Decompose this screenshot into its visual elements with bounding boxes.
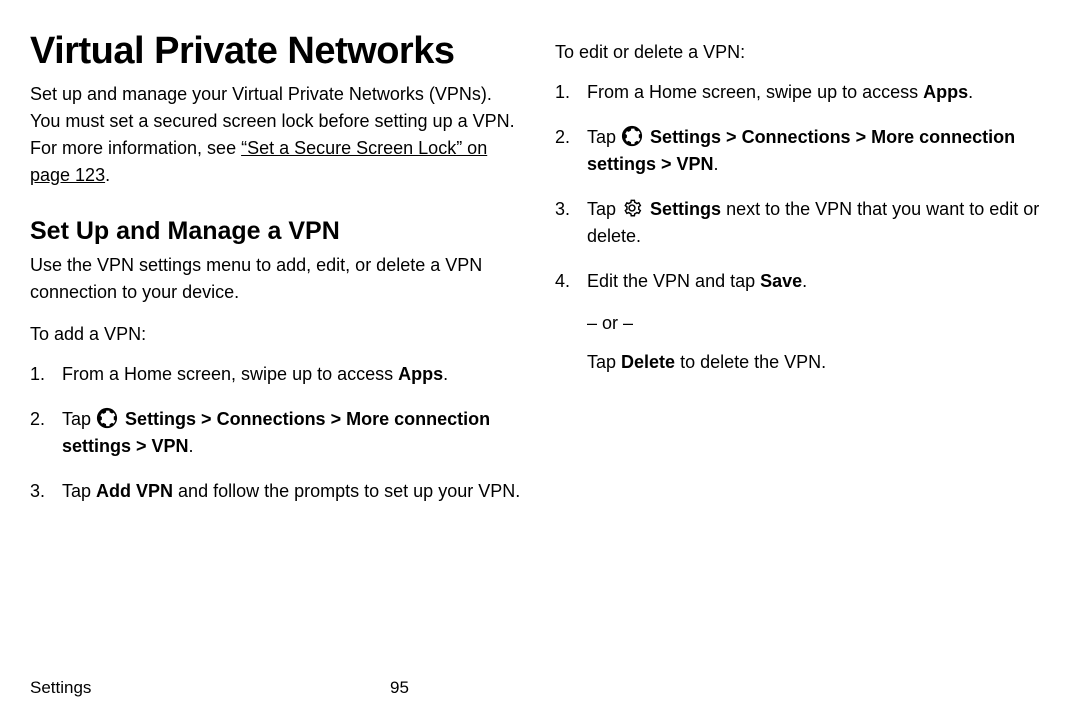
section-heading: Set Up and Manage a VPN (30, 217, 525, 246)
step-text: . (714, 154, 719, 174)
list-item: Tap Settings > Connections > More connec… (30, 406, 525, 460)
list-item: From a Home screen, swipe up to access A… (555, 79, 1050, 106)
edit-vpn-steps: From a Home screen, swipe up to access A… (555, 79, 1050, 295)
footer-section-label: Settings (30, 678, 390, 698)
step-bold: Settings (650, 199, 721, 219)
delete-instruction: Tap Delete to delete the VPN. (555, 352, 1050, 373)
add-vpn-intro: To add a VPN: (30, 324, 525, 345)
step-text: From a Home screen, swipe up to access (587, 82, 923, 102)
step-bold: Save (760, 271, 802, 291)
left-column: Virtual Private Networks Set up and mana… (30, 30, 525, 523)
step-bold: Apps (398, 364, 443, 384)
step-bold: Settings > Connections > More connection… (62, 409, 490, 456)
section-body: Use the VPN settings menu to add, edit, … (30, 252, 525, 306)
step-text: From a Home screen, swipe up to access (62, 364, 398, 384)
right-column: To edit or delete a VPN: From a Home scr… (555, 30, 1050, 523)
delete-pre: Tap (587, 352, 621, 372)
step-text: Tap (62, 481, 96, 501)
list-item: Edit the VPN and tap Save. (555, 268, 1050, 295)
list-item: From a Home screen, swipe up to access A… (30, 361, 525, 388)
step-text: Tap (587, 127, 621, 147)
intro-text-post: . (105, 165, 110, 185)
gear-filled-icon (96, 407, 118, 429)
add-vpn-steps: From a Home screen, swipe up to access A… (30, 361, 525, 505)
page-title: Virtual Private Networks (30, 30, 525, 73)
or-separator: – or – (555, 313, 1050, 334)
list-item: Tap Settings next to the VPN that you wa… (555, 196, 1050, 250)
edit-vpn-intro: To edit or delete a VPN: (555, 30, 1050, 63)
step-text: and follow the prompts to set up your VP… (173, 481, 520, 501)
step-bold: Settings > Connections > More connection… (587, 127, 1015, 174)
page-footer: Settings 95 (30, 678, 1050, 698)
step-bold: Add VPN (96, 481, 173, 501)
step-bold: Apps (923, 82, 968, 102)
list-item: Tap Add VPN and follow the prompts to se… (30, 478, 525, 505)
list-item: Tap Settings > Connections > More connec… (555, 124, 1050, 178)
gear-filled-icon (621, 125, 643, 147)
delete-post: to delete the VPN. (675, 352, 826, 372)
step-text: Tap (587, 199, 621, 219)
footer-page-number: 95 (390, 678, 409, 698)
intro-paragraph: Set up and manage your Virtual Private N… (30, 81, 525, 189)
step-text: . (443, 364, 448, 384)
step-text: . (968, 82, 973, 102)
step-text: . (189, 436, 194, 456)
step-text: Tap (62, 409, 96, 429)
delete-bold: Delete (621, 352, 675, 372)
step-text: Edit the VPN and tap (587, 271, 760, 291)
gear-outline-icon (621, 197, 643, 219)
step-text: . (802, 271, 807, 291)
